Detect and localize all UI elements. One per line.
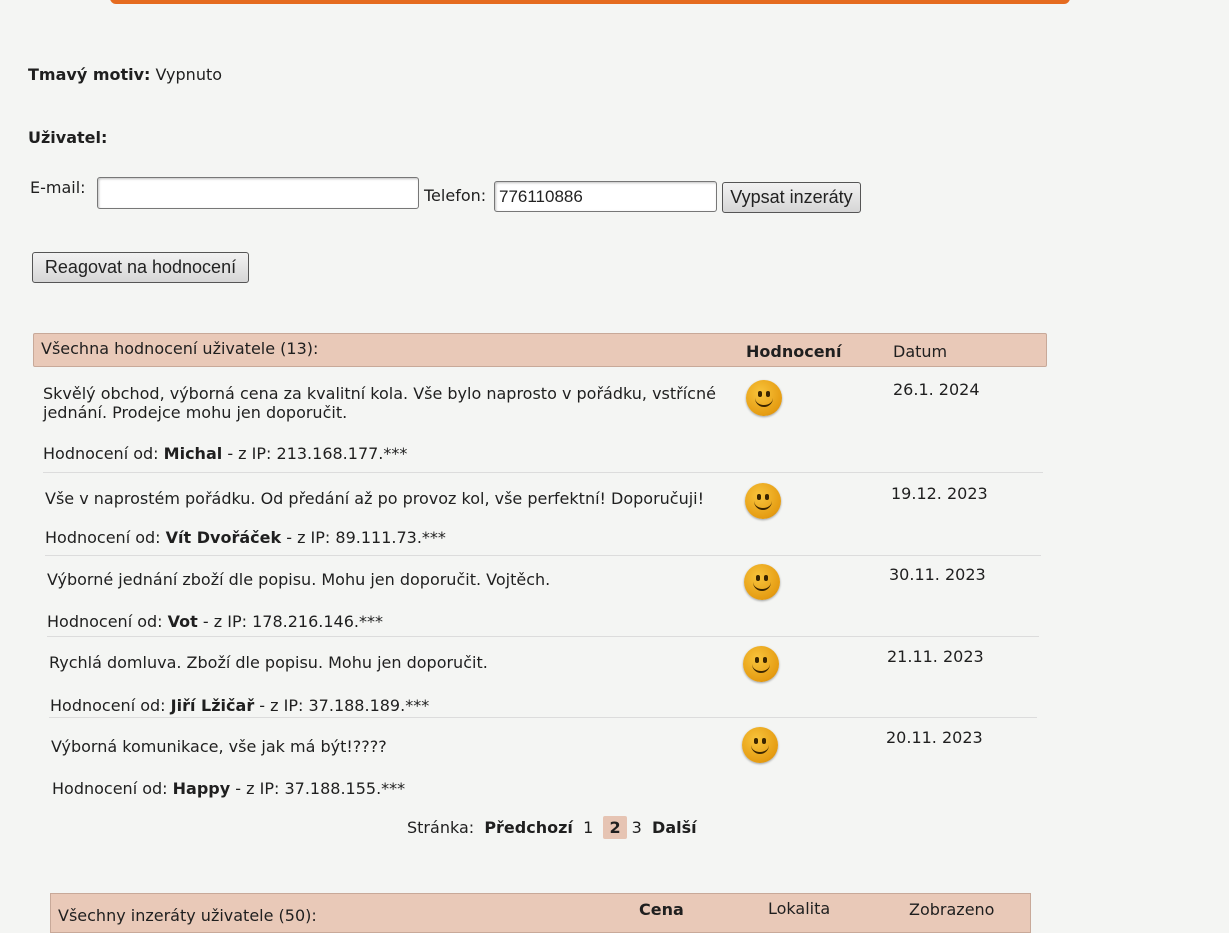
rating-date: 26.1. 2024 [893, 380, 980, 399]
rating-author-line: Hodnocení od: Michal - z IP: 213.168.177… [43, 444, 407, 463]
pagination-label: Stránka: [407, 818, 475, 837]
rating-author: Michal [163, 444, 223, 463]
pagination-page-2-current: 2 [603, 816, 627, 839]
rating-text: Výborné jednání zboží dle popisu. Mohu j… [47, 570, 551, 589]
rating-from-label: Hodnocení od: [50, 696, 166, 715]
pagination-page-3[interactable]: 3 [632, 818, 642, 837]
pagination-page-1[interactable]: 1 [583, 818, 593, 837]
rating-ip-label: - z IP: [227, 444, 272, 463]
pagination-prev[interactable]: Předchozí [484, 818, 573, 837]
rating-date: 19.12. 2023 [891, 484, 988, 503]
react-to-rating-button[interactable]: Reagovat na hodnocení [32, 252, 249, 283]
pagination: Stránka: Předchozí 1 2 3 Další [407, 816, 697, 839]
rating-from-label: Hodnocení od: [45, 528, 161, 547]
rating-from-label: Hodnocení od: [52, 779, 168, 798]
user-heading: Uživatel: [28, 128, 108, 147]
rating-ip: 37.188.155.*** [284, 779, 406, 798]
rating-text: Vše v naprostém pořádku. Od předání až p… [45, 489, 705, 508]
email-input[interactable] [97, 177, 419, 209]
rating-from-label: Hodnocení od: [47, 612, 163, 631]
pagination-next[interactable]: Další [652, 818, 697, 837]
listings-header-price: Cena [639, 900, 684, 919]
listings-header-title: Všechny inzeráty uživatele (50): [58, 906, 317, 925]
row-divider [43, 472, 1043, 473]
dark-mode-setting: Tmavý motiv: Vypnuto [28, 65, 222, 84]
rating-ip-label: - z IP: [259, 696, 304, 715]
rating-ip: 89.111.73.*** [335, 528, 446, 547]
rating-text: Skvělý obchod, výborná cena za kvalitní … [43, 384, 716, 403]
ratings-header-date: Datum [893, 342, 948, 361]
ratings-header-title: Všechna hodnocení uživatele (13): [41, 339, 319, 358]
listings-header-views: Zobrazeno [909, 900, 995, 919]
email-label: E-mail: [30, 178, 86, 197]
top-bar [110, 0, 1070, 4]
listings-header-location: Lokalita [768, 899, 831, 918]
rating-ip-label: - z IP: [202, 612, 248, 631]
rating-ip-label: - z IP: [235, 779, 280, 798]
rating-text-line2: jednání. Prodejce mohu jen doporučit. [43, 403, 348, 422]
smiley-icon [745, 483, 781, 519]
rating-author: Vot [167, 612, 198, 631]
rating-author: Vít Dvořáček [165, 528, 282, 547]
rating-ip: 213.168.177.*** [276, 444, 408, 463]
phone-label: Telefon: [424, 186, 487, 205]
phone-input[interactable] [494, 181, 717, 212]
rating-author-line: Hodnocení od: Vot - z IP: 178.216.146.**… [47, 612, 383, 631]
rating-from-label: Hodnocení od: [43, 444, 159, 463]
rating-author-line: Hodnocení od: Vít Dvořáček - z IP: 89.11… [45, 528, 446, 547]
list-listings-button[interactable]: Vypsat inzeráty [722, 182, 861, 213]
rating-author: Happy [172, 779, 231, 798]
smiley-icon [746, 380, 782, 416]
rating-ip: 37.188.189.*** [308, 696, 430, 715]
ratings-header-rating: Hodnocení [746, 342, 842, 361]
rating-author-line: Hodnocení od: Happy - z IP: 37.188.155.*… [52, 779, 405, 798]
rating-ip-label: - z IP: [286, 528, 331, 547]
rating-text: Výborná komunikace, vše jak má být!???? [51, 737, 387, 756]
row-divider [49, 717, 1037, 718]
smiley-icon [743, 646, 779, 682]
rating-date: 20.11. 2023 [886, 728, 983, 747]
smiley-icon [744, 564, 780, 600]
rating-author: Jiří Lžičař [170, 696, 255, 715]
rating-date: 30.11. 2023 [889, 565, 986, 584]
rating-text: Rychlá domluva. Zboží dle popisu. Mohu j… [49, 653, 488, 672]
rating-ip: 178.216.146.*** [252, 612, 383, 631]
row-divider [45, 555, 1041, 556]
dark-mode-value[interactable]: Vypnuto [156, 65, 222, 84]
row-divider [47, 636, 1039, 637]
dark-mode-label: Tmavý motiv: [28, 65, 151, 84]
rating-date: 21.11. 2023 [887, 647, 984, 666]
smiley-icon [742, 727, 778, 763]
rating-author-line: Hodnocení od: Jiří Lžičař - z IP: 37.188… [50, 696, 429, 715]
